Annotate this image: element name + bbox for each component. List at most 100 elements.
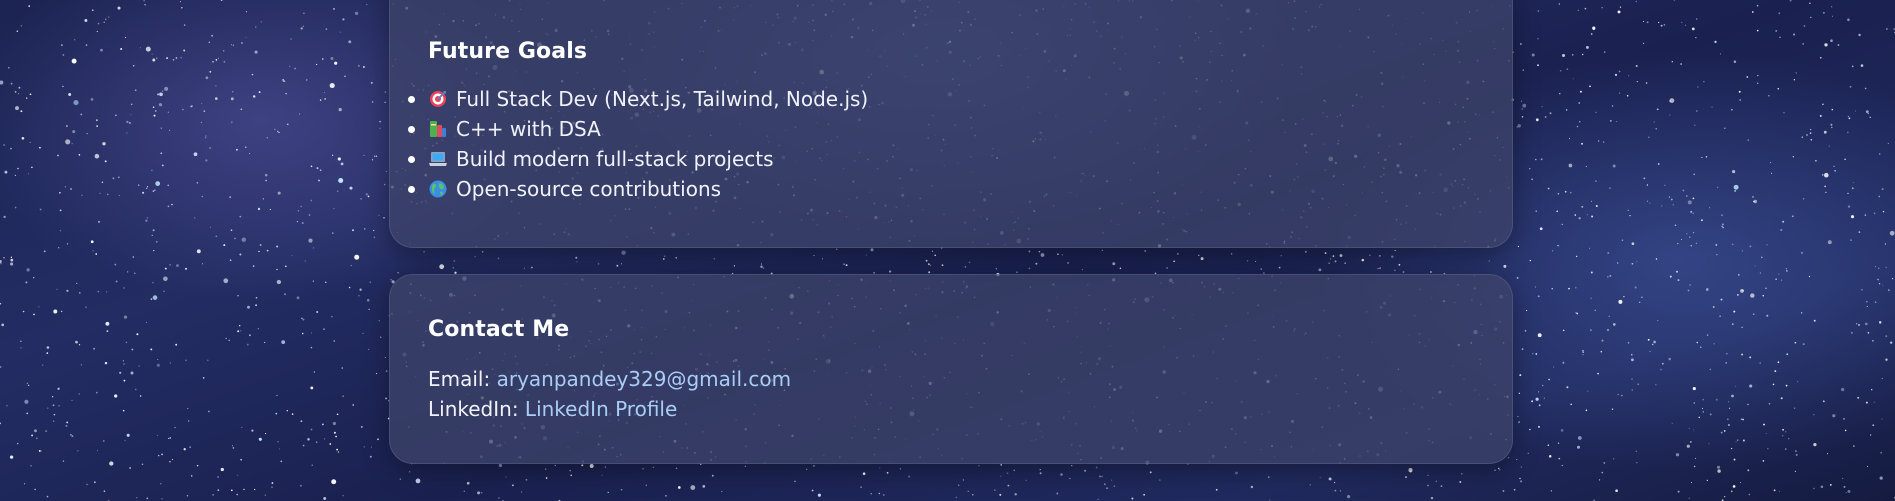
star [167,437,170,439]
star [1664,184,1666,186]
star [277,191,281,195]
star [230,121,233,124]
star [86,483,88,486]
star [201,103,203,104]
star [212,494,214,496]
star [1877,267,1880,269]
star [153,114,156,117]
star [126,433,130,437]
star [377,438,379,441]
star [423,250,425,253]
star [1733,310,1736,313]
star [371,159,374,161]
star [1830,123,1833,126]
star [73,100,79,106]
star [1690,482,1692,484]
star [62,460,65,462]
star [331,154,334,156]
star [1726,352,1728,355]
star [28,5,31,8]
linkedin-label: LinkedIn: [428,397,519,421]
star [369,455,372,458]
star [544,468,547,470]
star [332,421,337,426]
star [575,256,578,259]
star [339,31,341,33]
star [1069,477,1071,480]
star [132,256,135,258]
star [1813,442,1817,447]
star [1576,125,1579,128]
star [0,422,1,425]
star [1607,276,1609,278]
star [675,467,678,470]
star [1884,243,1887,245]
star [66,421,69,424]
star [300,27,303,30]
star [315,63,318,66]
star [97,290,100,293]
star [1582,353,1584,356]
star [1600,350,1603,353]
star [1637,383,1640,386]
star [1797,381,1799,383]
star [1617,262,1619,264]
star [368,348,370,350]
star [291,255,293,257]
star [1719,315,1721,317]
email-link[interactable]: aryanpandey329@gmail.com [497,367,792,391]
star [1601,471,1604,474]
star [399,478,402,480]
star [1278,266,1281,269]
linkedin-link[interactable]: LinkedIn Profile [525,397,677,421]
star [1516,276,1519,279]
star [1532,353,1534,355]
star [1855,322,1858,325]
star [1572,54,1574,56]
star [169,129,171,131]
star [287,123,289,126]
star [264,341,266,343]
star [1822,103,1824,106]
star [59,229,62,232]
star [157,93,160,96]
star [112,177,115,180]
star [86,133,88,135]
star [1595,111,1597,114]
star [480,491,483,494]
star [164,86,169,91]
star [1879,476,1883,480]
star [1565,109,1568,111]
star [349,186,353,190]
star [155,240,158,243]
star [1529,259,1532,262]
star [17,167,19,170]
star [1552,250,1554,252]
star [1749,245,1752,248]
star [1608,315,1610,318]
star [1684,24,1687,26]
star [207,410,210,413]
star [33,277,35,279]
star [1112,262,1116,266]
star [239,253,242,256]
star [1831,108,1834,111]
star [152,190,155,192]
star [1617,393,1619,396]
star [452,267,455,269]
star [1494,469,1496,471]
star [187,420,190,422]
star [254,488,256,491]
star [1541,106,1543,108]
star [333,8,335,10]
star [283,80,286,82]
star [597,263,600,265]
star [20,340,22,343]
star [266,137,269,139]
star [364,228,366,230]
star [319,169,322,171]
star [1866,301,1868,303]
star [126,132,128,134]
star [74,39,76,41]
star [331,232,334,234]
